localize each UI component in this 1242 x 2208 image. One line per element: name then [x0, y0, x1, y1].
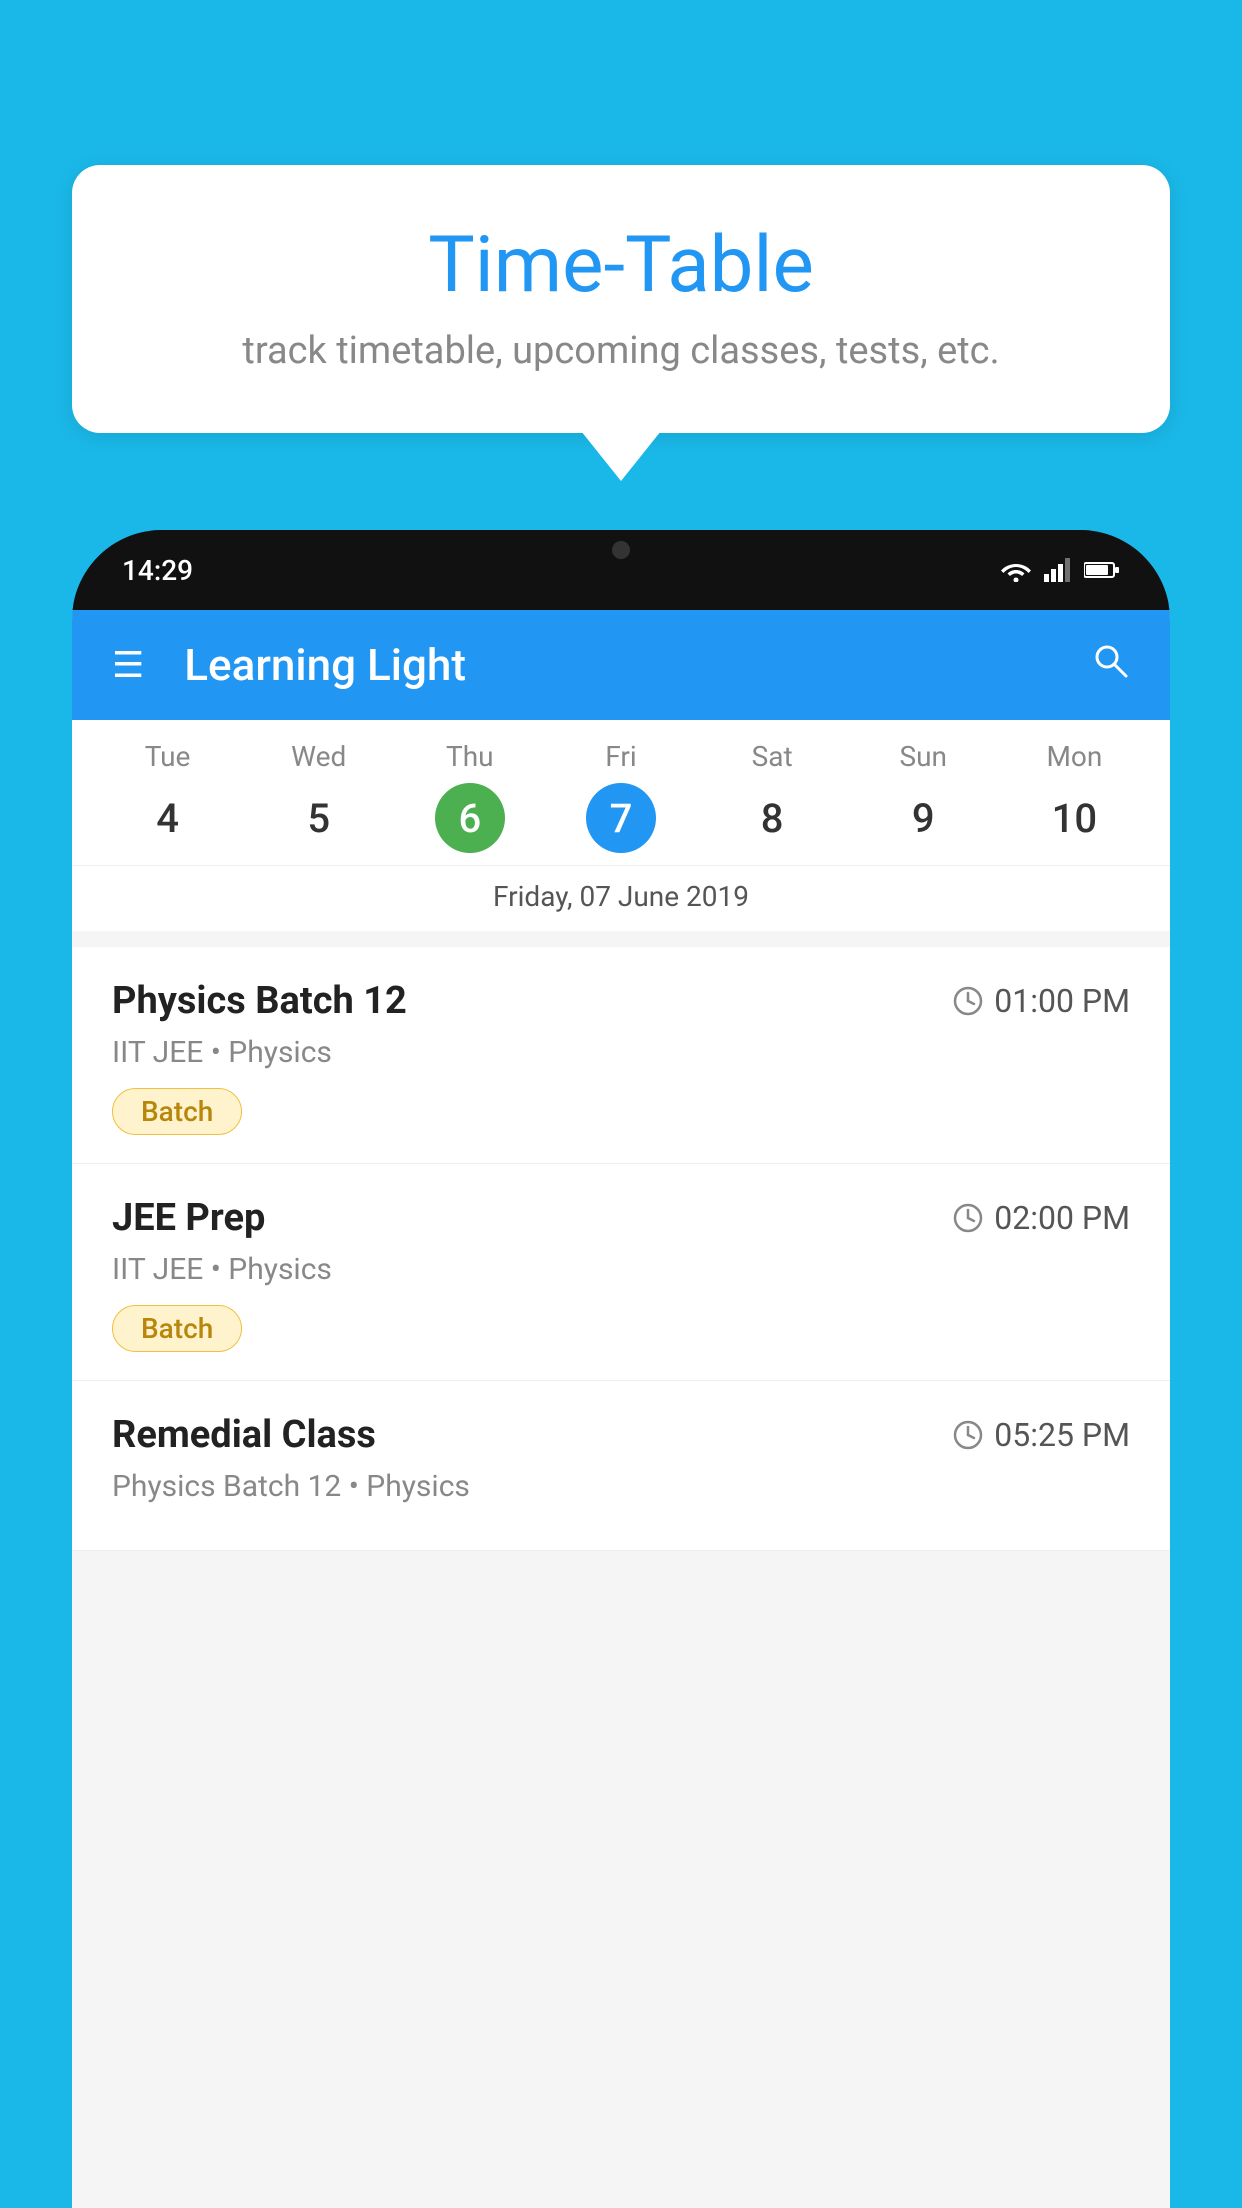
- day-name: Thu: [446, 740, 494, 773]
- day-number[interactable]: 10: [1039, 783, 1109, 853]
- schedule-item-header: JEE Prep 02:00 PM: [112, 1196, 1130, 1240]
- time-text: 05:25 PM: [994, 1416, 1130, 1454]
- status-bar: 14:29: [72, 530, 1170, 610]
- schedule-time: 05:25 PM: [952, 1416, 1130, 1454]
- schedule-item[interactable]: Physics Batch 12 01:00 PM IIT JEE • Physic…: [72, 947, 1170, 1164]
- clock-icon: [952, 1419, 984, 1451]
- status-icons: [1000, 558, 1120, 582]
- time-text: 02:00 PM: [994, 1199, 1130, 1237]
- calendar-day[interactable]: Tue 4: [108, 740, 228, 853]
- schedule-title: JEE Prep: [112, 1196, 265, 1240]
- schedule-subtitle: IIT JEE • Physics: [112, 1035, 1130, 1070]
- day-name: Sun: [900, 740, 948, 773]
- schedule-title: Physics Batch 12: [112, 979, 407, 1023]
- app-title: Learning Light: [184, 639, 1090, 691]
- phone-frame: 14:29: [72, 530, 1170, 2208]
- camera-dot: [612, 541, 630, 559]
- day-name: Sat: [752, 740, 793, 773]
- clock-icon: [952, 1202, 984, 1234]
- day-number[interactable]: 8: [737, 783, 807, 853]
- signal-icon: [1044, 558, 1072, 582]
- calendar-day[interactable]: Fri 7: [561, 740, 681, 853]
- schedule-item[interactable]: Remedial Class 05:25 PM Physics Batch 12 •…: [72, 1381, 1170, 1551]
- schedule-subtitle: IIT JEE • Physics: [112, 1252, 1130, 1287]
- bubble-title: Time-Table: [132, 220, 1110, 311]
- notch: [561, 530, 681, 570]
- schedule-item-header: Remedial Class 05:25 PM: [112, 1413, 1130, 1457]
- day-number[interactable]: 9: [888, 783, 958, 853]
- day-name: Wed: [291, 740, 346, 773]
- hamburger-icon[interactable]: ☰: [112, 644, 144, 686]
- schedule-item[interactable]: JEE Prep 02:00 PM IIT JEE • Physics Batch: [72, 1164, 1170, 1381]
- day-number[interactable]: 7: [586, 783, 656, 853]
- time-text: 01:00 PM: [994, 982, 1130, 1020]
- calendar-day[interactable]: Wed 5: [259, 740, 379, 853]
- batch-badge: Batch: [112, 1305, 242, 1352]
- schedule-time: 02:00 PM: [952, 1199, 1130, 1237]
- batch-badge: Batch: [112, 1088, 242, 1135]
- calendar-day[interactable]: Sat 8: [712, 740, 832, 853]
- day-number[interactable]: 4: [133, 783, 203, 853]
- schedule-item-header: Physics Batch 12 01:00 PM: [112, 979, 1130, 1023]
- calendar-day[interactable]: Mon 10: [1014, 740, 1134, 853]
- selected-date-label: Friday, 07 June 2019: [72, 865, 1170, 931]
- app-bar: ☰ Learning Light: [72, 610, 1170, 720]
- day-name: Fri: [605, 740, 636, 773]
- battery-icon: [1084, 560, 1120, 580]
- schedule-time: 01:00 PM: [952, 982, 1130, 1020]
- calendar-day[interactable]: Thu 6: [410, 740, 530, 853]
- schedule-list: Physics Batch 12 01:00 PM IIT JEE • Physic…: [72, 947, 1170, 1551]
- clock-icon: [952, 985, 984, 1017]
- search-button[interactable]: [1090, 640, 1130, 690]
- calendar-day[interactable]: Sun 9: [863, 740, 983, 853]
- day-name: Tue: [145, 740, 191, 773]
- bubble-subtitle: track timetable, upcoming classes, tests…: [132, 329, 1110, 373]
- day-number[interactable]: 6: [435, 783, 505, 853]
- app-screen: ☰ Learning Light Tue 4 Wed 5 Thu 6 Fri 7 Sat 8 Sun…: [72, 610, 1170, 2208]
- wifi-icon: [1000, 558, 1032, 582]
- days-row: Tue 4 Wed 5 Thu 6 Fri 7 Sat 8 Sun 9 Mon 10: [72, 740, 1170, 853]
- calendar-strip: Tue 4 Wed 5 Thu 6 Fri 7 Sat 8 Sun 9 Mon 10 Friday, 07…: [72, 720, 1170, 931]
- day-name: Mon: [1046, 740, 1102, 773]
- schedule-subtitle: Physics Batch 12 • Physics: [112, 1469, 1130, 1504]
- speech-bubble: Time-Table track timetable, upcoming cla…: [72, 165, 1170, 433]
- schedule-title: Remedial Class: [112, 1413, 376, 1457]
- day-number[interactable]: 5: [284, 783, 354, 853]
- status-time: 14:29: [122, 554, 193, 587]
